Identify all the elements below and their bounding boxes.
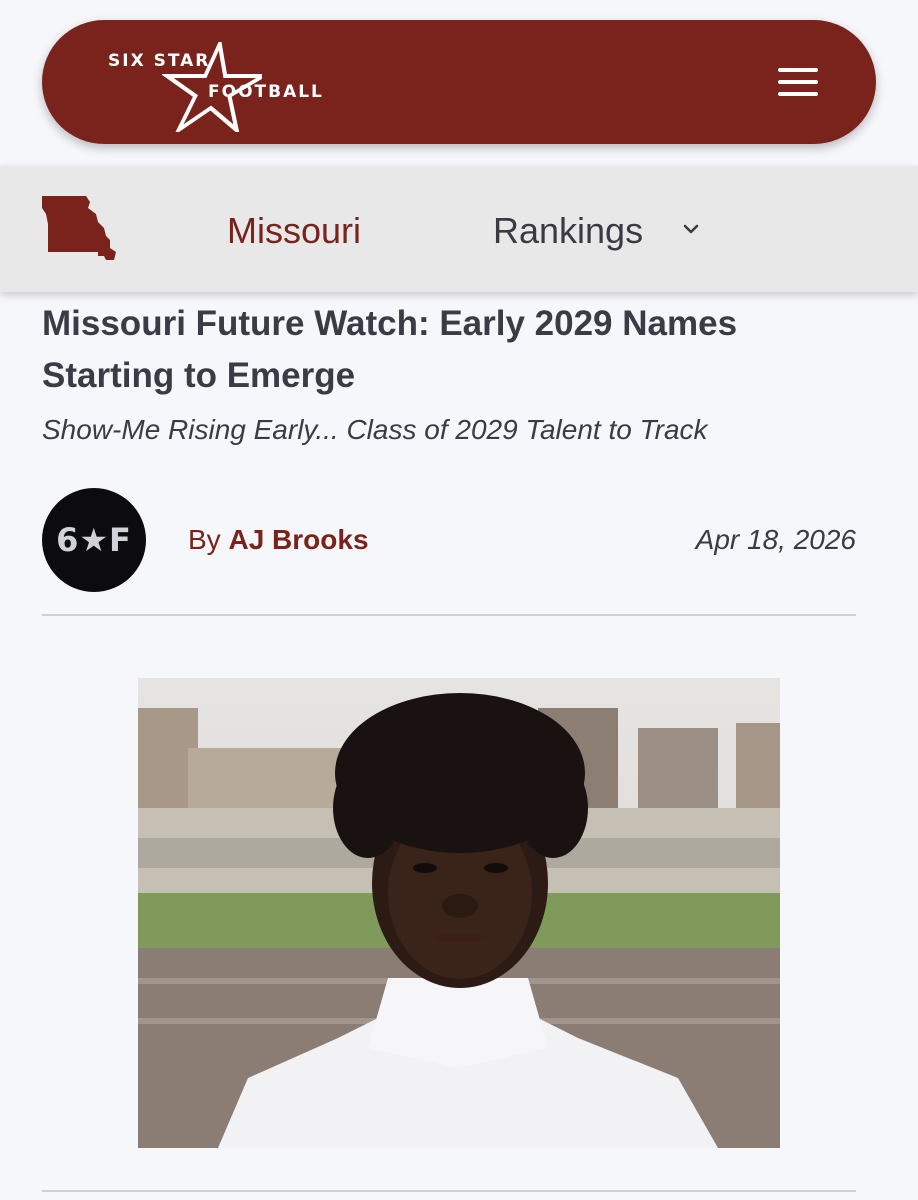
nav-item-missouri[interactable]: Missouri (227, 210, 361, 252)
logo-text-bottom: FOOTBALL (208, 82, 324, 102)
author-row: 6★F By AJ Brooks Apr 18, 2026 (42, 488, 856, 594)
publish-date: Apr 18, 2026 (695, 524, 856, 555)
logo-text-top: SIX STAR (108, 51, 211, 71)
article-title: Missouri Future Watch: Early 2029 Names … (42, 304, 738, 395)
author-link[interactable]: AJ Brooks (228, 524, 368, 555)
avatar-logo-text: 6★F (56, 521, 132, 559)
chevron-down-icon[interactable] (682, 222, 700, 236)
page: SIX STAR FOOTBALL Missouri Rankings Miss… (0, 0, 918, 1200)
article-subtitle: Show-Me Rising Early... Class of 2029 Ta… (42, 414, 708, 445)
nav-item-rankings[interactable]: Rankings (493, 210, 643, 252)
missouri-map-icon[interactable] (40, 194, 118, 266)
byline: By AJ Brooks (188, 524, 369, 556)
divider (42, 614, 856, 616)
site-logo[interactable]: SIX STAR FOOTBALL (104, 38, 364, 132)
author-avatar[interactable]: 6★F (42, 488, 146, 592)
site-header: SIX STAR FOOTBALL (42, 20, 876, 144)
hamburger-menu-icon[interactable] (778, 68, 818, 96)
player-photo-image (138, 678, 780, 1148)
article-photo[interactable] (138, 678, 780, 1148)
divider (42, 1190, 856, 1192)
by-label: By (188, 524, 221, 555)
sub-navigation: Missouri Rankings (0, 166, 918, 292)
